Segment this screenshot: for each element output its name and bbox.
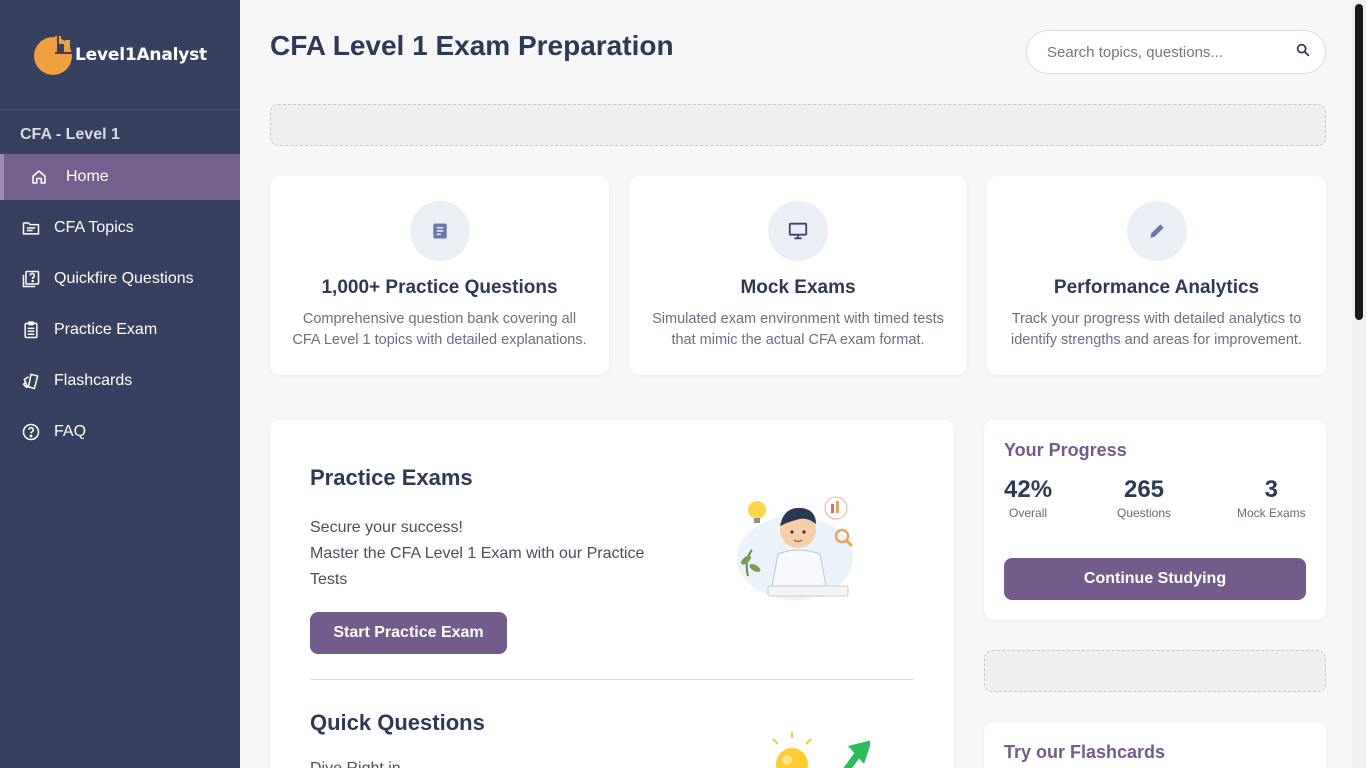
sidebar-item-home[interactable]: Home xyxy=(0,154,240,200)
brand-logo[interactable]: Level1Analyst xyxy=(33,33,207,77)
quick-questions-tagline: Dive Right in xyxy=(310,756,660,768)
folder-icon xyxy=(20,217,42,239)
practice-exams-title: Practice Exams xyxy=(310,465,473,490)
logo-icon xyxy=(33,33,77,77)
search-input[interactable] xyxy=(1047,43,1295,61)
home-icon xyxy=(28,166,50,188)
flashcards-title: Try our Flashcards xyxy=(1004,742,1166,762)
banner-placeholder xyxy=(270,104,1326,146)
brand-name: Level1Analyst xyxy=(75,44,207,65)
exams-card: Practice Exams Secure your success! Mast… xyxy=(270,420,954,768)
stat-value: 265 xyxy=(1123,476,1165,503)
lightbulb-growth-illustration xyxy=(760,732,870,768)
feature-card-practice-questions: 1,000+ Practice Questions Comprehensive … xyxy=(270,176,609,375)
help-circle-icon xyxy=(20,421,42,443)
question-card-icon xyxy=(20,268,42,290)
sidebar-item-label: Flashcards xyxy=(54,372,133,389)
feature-description: Simulated exam environment with timed te… xyxy=(652,311,944,348)
stat-label: Overall xyxy=(1009,506,1048,520)
practice-exams-description: Master the CFA Level 1 Exam with our Pra… xyxy=(310,545,645,588)
sidebar-item-flashcards[interactable]: Flashcards xyxy=(0,358,240,404)
stat-overall: 42% Overall xyxy=(1004,476,1052,520)
side-banner-placeholder xyxy=(984,650,1326,692)
stat-label: Questions xyxy=(1117,506,1172,520)
search-bar[interactable] xyxy=(1026,30,1326,74)
sidebar-item-cfa-topics[interactable]: CFA Topics xyxy=(0,205,240,251)
feature-title: 1,000+ Practice Questions xyxy=(321,277,558,298)
feature-card-performance-analytics: Performance Analytics Track your progres… xyxy=(987,176,1326,375)
document-icon xyxy=(409,201,470,261)
sidebar-item-label: CFA Topics xyxy=(54,219,134,236)
feature-title: Performance Analytics xyxy=(1053,277,1260,298)
feature-description: Track your progress with detailed analyt… xyxy=(1011,311,1302,348)
sidebar-item-label: Home xyxy=(66,168,109,185)
quick-questions-title: Quick Questions xyxy=(310,710,485,735)
sidebar-item-label: FAQ xyxy=(54,423,87,440)
page-scrollbar[interactable] xyxy=(1352,0,1366,768)
progress-card: Your Progress 42% Overall 265 Questions … xyxy=(984,420,1326,620)
stat-mock-exams: 3 Mock Exams xyxy=(1237,476,1306,520)
start-practice-exam-button[interactable]: Start Practice Exam xyxy=(310,612,507,654)
student-thinking-illustration xyxy=(730,488,860,604)
pencil-icon xyxy=(1126,201,1187,261)
sidebar: Level1Analyst CFA - Level 1 Home CFA Top… xyxy=(0,0,240,768)
page-title: CFA Level 1 Exam Preparation xyxy=(270,30,674,61)
stat-label: Mock Exams xyxy=(1237,506,1306,520)
sidebar-item-label: Practice Exam xyxy=(54,321,158,338)
search-icon[interactable] xyxy=(1295,42,1311,63)
section-divider xyxy=(310,679,914,680)
clipboard-icon xyxy=(20,319,42,341)
practice-exams-tagline: Secure your success! xyxy=(310,519,463,536)
flashcards-card: Try our Flashcards xyxy=(984,722,1326,768)
sidebar-item-faq[interactable]: FAQ xyxy=(0,409,240,455)
sidebar-section-title: CFA - Level 1 xyxy=(20,126,120,143)
progress-title: Your Progress xyxy=(1004,440,1127,460)
feature-description: Comprehensive question bank covering all… xyxy=(292,311,587,348)
feature-card-mock-exams: Mock Exams Simulated exam environment wi… xyxy=(629,176,967,375)
stat-value: 3 xyxy=(1264,476,1279,503)
feature-title: Mock Exams xyxy=(740,277,856,298)
sidebar-item-practice-exam[interactable]: Practice Exam xyxy=(0,307,240,353)
logo-area: Level1Analyst xyxy=(0,0,240,110)
continue-studying-button[interactable]: Continue Studying xyxy=(1004,558,1306,600)
scrollbar-thumb[interactable] xyxy=(1355,4,1363,320)
stat-questions: 265 Questions xyxy=(1117,476,1171,520)
flashcards-icon xyxy=(20,370,42,392)
sidebar-item-quickfire-questions[interactable]: Quickfire Questions xyxy=(0,256,240,302)
monitor-icon xyxy=(768,201,828,261)
sidebar-item-label: Quickfire Questions xyxy=(54,270,194,287)
main-content: CFA Level 1 Exam Preparation 1,000+ Prac… xyxy=(240,0,1352,768)
stat-value: 42% xyxy=(1004,476,1053,503)
